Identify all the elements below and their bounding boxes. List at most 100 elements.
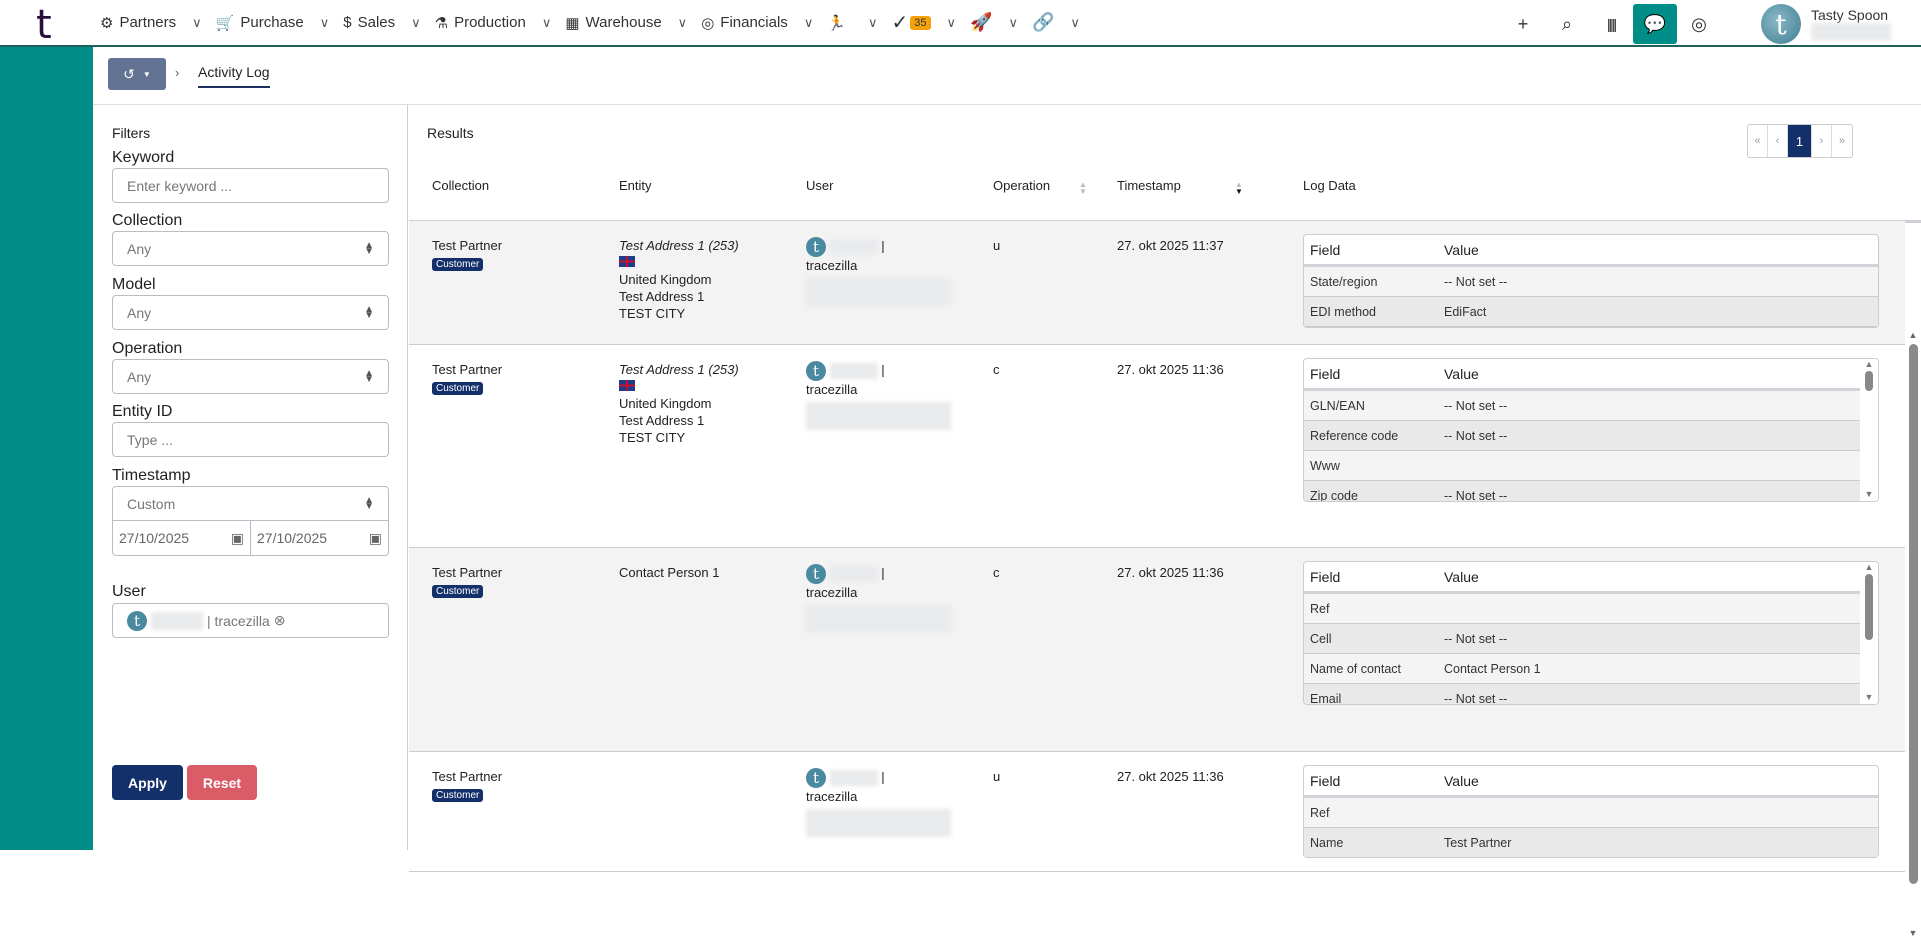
history-dropdown-button[interactable]: ↺ ▼ — [108, 58, 166, 90]
chevron-down-icon[interactable]: ∨ — [1070, 15, 1080, 31]
entity-line: TEST CITY — [619, 430, 686, 445]
search-icon[interactable]: ⌕ — [1545, 4, 1589, 44]
entity-id-placeholder: Type ... — [127, 431, 173, 448]
partners-icon: ⚙ — [100, 14, 114, 32]
first-page-button[interactable]: « — [1748, 125, 1768, 157]
help-lifebuoy-icon[interactable]: ◎ — [1677, 4, 1721, 44]
page-1-button[interactable]: 1 — [1788, 125, 1812, 157]
purchase-icon: 🛒 — [215, 14, 235, 32]
operation-select[interactable]: Any ▲ ▼ — [112, 359, 389, 394]
collection-select[interactable]: Any ▲ ▼ — [112, 231, 389, 266]
chevron-down-icon[interactable]: ∨ — [678, 15, 688, 31]
log-scrollbar[interactable]: ▲ ▼ — [1860, 359, 1878, 501]
entity-title[interactable]: Test Address 1 (253) — [619, 362, 739, 377]
table-row: Test Partner Customer t | tracezilla u 27.… — [409, 752, 1905, 872]
log-data-table: Field Value Ref Cell -- Not set -- Name of co… — [1303, 561, 1879, 705]
log-row: Www — [1304, 451, 1878, 481]
chevron-down-icon[interactable]: ∨ — [192, 15, 202, 31]
clear-icon[interactable]: ⊗ — [274, 612, 286, 629]
collection-name[interactable]: Test Partner — [432, 769, 502, 784]
log-row: EDI method EdiFact — [1304, 297, 1878, 327]
entity-name[interactable]: Contact Person 1 — [619, 565, 719, 580]
keyword-label: Keyword — [112, 149, 175, 166]
nav-purchase[interactable]: 🛒 Purchase ∨ — [216, 14, 330, 32]
entity-line: United Kingdom — [619, 272, 712, 287]
nav-rocket[interactable]: 🚀 ∨ — [970, 12, 1018, 33]
nav-tasks[interactable]: ✓ 35 ∨ — [892, 10, 957, 35]
chevron-down-icon[interactable]: ∨ — [411, 15, 421, 31]
pagination: « ‹ 1 › » — [1747, 124, 1853, 158]
timestamp-select[interactable]: Custom ▲ ▼ — [112, 486, 389, 521]
user-select[interactable]: t | tracezilla ⊗ — [112, 603, 389, 638]
collection-name[interactable]: Test Partner — [432, 565, 502, 580]
col-operation[interactable]: Operation — [993, 178, 1050, 193]
chevron-down-icon[interactable]: ∨ — [320, 15, 330, 31]
history-icon: ↺ — [123, 65, 135, 82]
nav-label: Purchase — [240, 14, 304, 31]
user-name: tracezilla — [806, 382, 858, 397]
chevron-down-icon[interactable]: ∨ — [804, 15, 814, 31]
nav-warehouse[interactable]: ▦ Warehouse ∨ — [565, 14, 687, 32]
add-icon[interactable]: + — [1501, 4, 1545, 44]
date-from-input[interactable]: 27/10/2025 ▣ — [113, 521, 250, 555]
reset-button[interactable]: Reset — [187, 765, 257, 800]
log-field: Www — [1310, 458, 1340, 473]
nav-links[interactable]: 🔗 ∨ — [1032, 12, 1080, 33]
user-avatar[interactable]: t — [1761, 4, 1801, 44]
barcode-icon[interactable]: ||||| — [1589, 4, 1633, 44]
results-title: Results — [427, 125, 474, 141]
user-avatar: t — [806, 564, 826, 584]
log-value-header: Value — [1444, 568, 1479, 585]
nav-sales[interactable]: $ Sales ∨ — [343, 14, 420, 31]
log-header: Field Value — [1304, 235, 1878, 267]
blurred-username — [829, 770, 878, 786]
tasks-badge: 35 — [910, 15, 931, 30]
timestamp-cell: 27. okt 2025 11:36 — [1117, 565, 1224, 580]
blurred-email — [806, 278, 951, 306]
nav-production[interactable]: ⚗ Production ∨ — [435, 14, 552, 32]
log-field-header: Field — [1310, 365, 1341, 382]
page-scrollbar[interactable]: ▲ ▼ — [1905, 330, 1921, 950]
log-value: -- Not set -- — [1444, 631, 1508, 646]
sort-desc-icon[interactable]: ▲ ▼ — [1235, 181, 1243, 196]
collection-name[interactable]: Test Partner — [432, 238, 502, 253]
blurred-username — [829, 239, 878, 255]
user-avatar: t — [806, 768, 826, 788]
log-field: EDI method — [1310, 304, 1377, 319]
chevron-down-icon[interactable]: ∨ — [542, 15, 552, 31]
nav-partners[interactable]: ⚙ Partners ∨ — [100, 14, 202, 32]
chevron-down-icon[interactable]: ∨ — [868, 15, 878, 31]
chat-icon[interactable]: 💬 — [1633, 4, 1677, 44]
log-scrollbar[interactable]: ▲ ▼ — [1860, 562, 1878, 704]
model-select[interactable]: Any ▲ ▼ — [112, 295, 389, 330]
sort-icon[interactable]: ▲ ▼ — [1079, 181, 1087, 196]
col-timestamp[interactable]: Timestamp — [1117, 178, 1181, 193]
date-to-input[interactable]: 27/10/2025 ▣ — [250, 521, 388, 555]
chevron-down-icon[interactable]: ∨ — [1008, 15, 1018, 31]
log-row: State/region -- Not set -- — [1304, 267, 1878, 297]
user-avatar: t — [806, 237, 826, 257]
user-name[interactable]: Tasty Spoon — [1811, 7, 1888, 23]
calendar-icon[interactable]: ▣ — [369, 530, 382, 547]
keyword-input[interactable]: Enter keyword ... — [112, 168, 389, 203]
apply-button[interactable]: Apply — [112, 765, 183, 800]
prev-page-button[interactable]: ‹ — [1768, 125, 1788, 157]
operation-cell: u — [993, 238, 1001, 253]
nav-activities[interactable]: 🏃 ∨ — [827, 14, 877, 32]
caret-down-icon: ▼ — [142, 69, 151, 79]
breadcrumb-current[interactable]: Activity Log — [198, 64, 270, 88]
nav-financials[interactable]: ◎ Financials ∨ — [701, 14, 813, 32]
entity-title[interactable]: Test Address 1 (253) — [619, 238, 739, 253]
entity-id-input[interactable]: Type ... — [112, 422, 389, 457]
next-page-button[interactable]: › — [1812, 125, 1832, 157]
log-data-table: Field Value GLN/EAN -- Not set -- Reference … — [1303, 358, 1879, 502]
date-range: 27/10/2025 ▣ 27/10/2025 ▣ — [112, 521, 389, 556]
breadcrumb: ↺ ▼ › Activity Log — [93, 47, 1921, 105]
calendar-icon[interactable]: ▣ — [231, 530, 244, 547]
log-value: -- Not set -- — [1444, 274, 1508, 289]
entity-cell: Test Address 1 (253) United Kingdom Test A… — [619, 237, 739, 322]
chevron-down-icon[interactable]: ∨ — [947, 15, 957, 31]
app-logo[interactable]: t — [36, 2, 52, 48]
last-page-button[interactable]: » — [1832, 125, 1852, 157]
collection-name[interactable]: Test Partner — [432, 362, 502, 377]
